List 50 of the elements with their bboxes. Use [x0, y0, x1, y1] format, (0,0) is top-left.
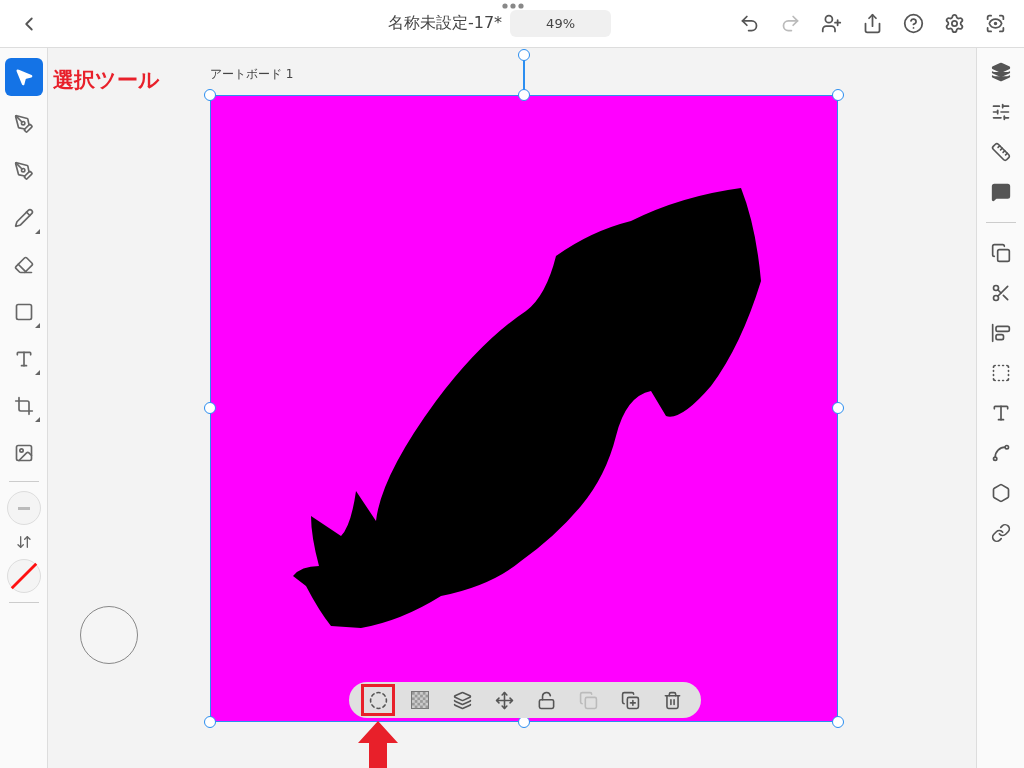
- resize-handle[interactable]: [518, 89, 530, 101]
- comment-icon[interactable]: [990, 182, 1011, 202]
- resize-handle[interactable]: [832, 716, 844, 728]
- document-title: 名称未設定-17*: [387, 13, 503, 34]
- sliders-icon[interactable]: [990, 102, 1011, 122]
- scissors-icon[interactable]: [990, 283, 1011, 303]
- redo-icon: [780, 13, 801, 34]
- share-icon: [862, 13, 883, 34]
- move-icon: [494, 690, 514, 710]
- more-icon[interactable]: [502, 3, 524, 9]
- copy-icon: [578, 690, 598, 710]
- settings-icon: [944, 13, 965, 34]
- resize-handle[interactable]: [204, 89, 216, 101]
- select-tool[interactable]: [4, 58, 43, 96]
- rotate-handle[interactable]: [518, 49, 530, 61]
- ruler-icon[interactable]: [990, 142, 1011, 162]
- rectangle-icon: [13, 302, 34, 322]
- curve-icon[interactable]: [990, 443, 1011, 463]
- link-icon[interactable]: [990, 523, 1011, 543]
- swap-icon[interactable]: [15, 534, 32, 550]
- annotation-label: 選択ツール: [53, 67, 160, 94]
- layers-icon[interactable]: [990, 62, 1011, 82]
- resize-handle[interactable]: [204, 716, 216, 728]
- duplicate-icon: [620, 690, 640, 710]
- resize-handle[interactable]: [204, 402, 216, 414]
- undo-icon: [739, 13, 760, 34]
- image-icon: [13, 443, 34, 463]
- preview-icon: [985, 13, 1006, 34]
- checker-icon: [411, 691, 429, 709]
- frame-icon[interactable]: [990, 363, 1011, 383]
- stroke-swatch[interactable]: [6, 559, 41, 593]
- select-icon: [13, 67, 34, 87]
- resize-handle[interactable]: [832, 89, 844, 101]
- minus-icon: [17, 506, 30, 510]
- layers-icon: [452, 690, 472, 710]
- hexagon-icon[interactable]: [990, 483, 1011, 503]
- arrow-drawing: [358, 721, 398, 768]
- help-icon: [903, 13, 924, 34]
- unlock-icon: [536, 690, 556, 710]
- pencil-icon: [13, 208, 34, 228]
- pen-icon: [13, 161, 34, 181]
- artboard-label: アートボード 1: [210, 66, 294, 83]
- zoom-level[interactable]: 49%: [510, 10, 611, 37]
- eraser-icon: [13, 255, 34, 275]
- overlap-icon[interactable]: [990, 243, 1011, 263]
- trash-icon: [662, 690, 682, 710]
- align-left-icon[interactable]: [990, 323, 1011, 343]
- crop-icon: [13, 396, 34, 416]
- fill-swatch[interactable]: [6, 491, 41, 525]
- invite-icon: [821, 13, 842, 34]
